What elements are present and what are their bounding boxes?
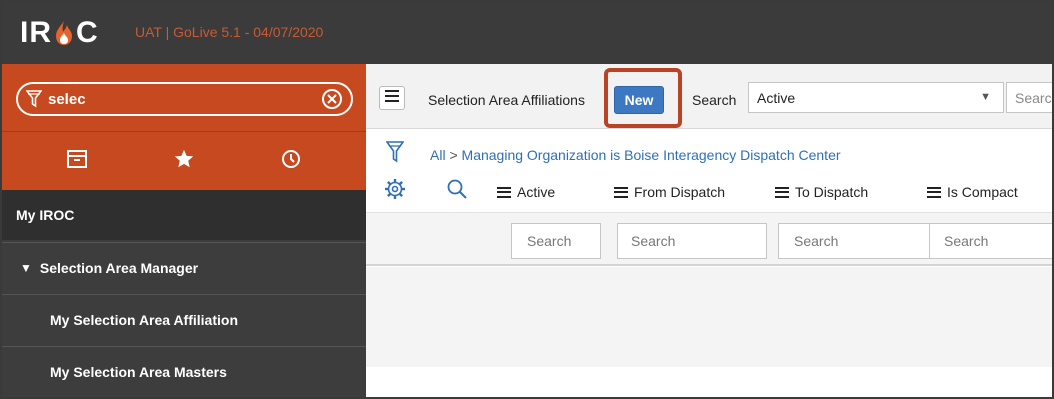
gear-icon[interactable] <box>384 178 406 200</box>
breadcrumb: All > Managing Organization is Boise Int… <box>430 147 841 163</box>
column-menu-icon <box>497 186 511 198</box>
search-label: Search <box>692 92 737 108</box>
list-toolbar: Selection Area Affiliations New Search A… <box>366 64 1052 129</box>
clock-icon[interactable] <box>278 146 304 172</box>
breadcrumb-condition[interactable]: Managing Organization is Boise Interagen… <box>462 147 841 163</box>
logo-letter-c: C <box>76 16 99 49</box>
search-input-placeholder: Searc <box>1015 90 1052 106</box>
navigator-filter-input[interactable]: selec <box>48 91 321 108</box>
column-search-placeholder: Search <box>631 233 676 249</box>
breadcrumb-all[interactable]: All <box>430 147 446 163</box>
flame-icon <box>53 19 75 47</box>
column-header-label: Active <box>517 184 556 200</box>
list-footer <box>366 369 1052 397</box>
search-field-select[interactable]: Active ▼ <box>748 82 1004 113</box>
sidebar-divider <box>2 131 366 132</box>
column-search-to-dispatch[interactable]: Search <box>778 223 938 259</box>
environment-label: UAT | GoLive 5.1 - 04/07/2020 <box>135 24 324 40</box>
sidebar-item-label: My Selection Area Masters <box>50 364 227 380</box>
sidebar-item-selection-area-manager[interactable]: ▼ Selection Area Manager <box>2 242 366 293</box>
search-icon[interactable] <box>446 178 468 200</box>
column-header-label: To Dispatch <box>795 184 869 200</box>
sidebar-item-my-selection-area-masters[interactable]: My Selection Area Masters <box>2 346 366 397</box>
sidebar-item-label: My IROC <box>16 207 75 223</box>
column-search-active[interactable]: Search <box>511 223 601 259</box>
column-search-placeholder: Search <box>794 233 839 249</box>
column-header-to-dispatch[interactable]: To Dispatch <box>775 184 868 200</box>
filter-breadcrumb-row: All > Managing Organization is Boise Int… <box>366 138 1052 168</box>
dropdown-arrow-icon: ▼ <box>980 91 991 103</box>
sidebar-item-label: Selection Area Manager <box>39 260 199 276</box>
column-menu-icon <box>927 186 941 198</box>
caret-down-icon: ▼ <box>20 261 32 275</box>
list-title: Selection Area Affiliations <box>428 92 585 108</box>
column-menu-icon <box>775 186 789 198</box>
column-header-label: Is Compact <box>947 184 1018 200</box>
search-field-value: Active <box>757 90 796 106</box>
search-input[interactable]: Searc <box>1006 82 1052 113</box>
sidebar-item-label: My Selection Area Affiliation <box>50 312 238 328</box>
column-search-placeholder: Search <box>527 233 572 249</box>
column-header-from-dispatch[interactable]: From Dispatch <box>614 184 725 200</box>
column-search-row: Search Search Search Search <box>366 212 1052 266</box>
clear-filter-icon[interactable] <box>321 88 343 110</box>
filter-icon <box>25 90 43 108</box>
sidebar-item-my-iroc[interactable]: My IROC <box>2 190 366 240</box>
iroc-logo[interactable]: IR C <box>20 16 99 50</box>
sidebar-header: selec <box>2 64 366 190</box>
navigator-filter[interactable]: selec <box>16 82 353 116</box>
app-window: IR C UAT | GoLive 5.1 - 04/07/2020 selec… <box>0 0 1054 399</box>
column-header-active[interactable]: Active <box>497 184 555 200</box>
column-search-from-dispatch[interactable]: Search <box>617 223 767 259</box>
sidebar-item-my-selection-area-affiliation[interactable]: My Selection Area Affiliation <box>2 294 366 345</box>
sidebar-tab-icons <box>2 136 366 182</box>
breadcrumb-separator: > <box>449 147 458 163</box>
list-menu-button[interactable] <box>379 86 405 110</box>
hamburger-icon <box>385 89 399 107</box>
filter-icon[interactable] <box>385 140 405 163</box>
column-header-row: Active From Dispatch To Dispatch Is Comp… <box>366 174 1052 210</box>
column-search-placeholder: Search <box>944 233 989 249</box>
column-header-is-compact[interactable]: Is Compact <box>927 184 1018 200</box>
top-banner: IR C UAT | GoLive 5.1 - 04/07/2020 <box>2 2 1052 64</box>
column-search-is-compact[interactable]: Search <box>929 223 1052 259</box>
star-icon[interactable] <box>171 146 197 172</box>
navigator-sidebar: selec My IROC ▼ Selection Area Manager M… <box>2 64 366 397</box>
list-body <box>366 267 1052 367</box>
column-menu-icon <box>614 186 628 198</box>
archive-icon[interactable] <box>64 146 90 172</box>
new-button[interactable]: New <box>614 86 664 114</box>
logo-letters-ir: IR <box>20 16 52 49</box>
column-header-label: From Dispatch <box>634 184 726 200</box>
list-view: Selection Area Affiliations New Search A… <box>366 64 1052 397</box>
